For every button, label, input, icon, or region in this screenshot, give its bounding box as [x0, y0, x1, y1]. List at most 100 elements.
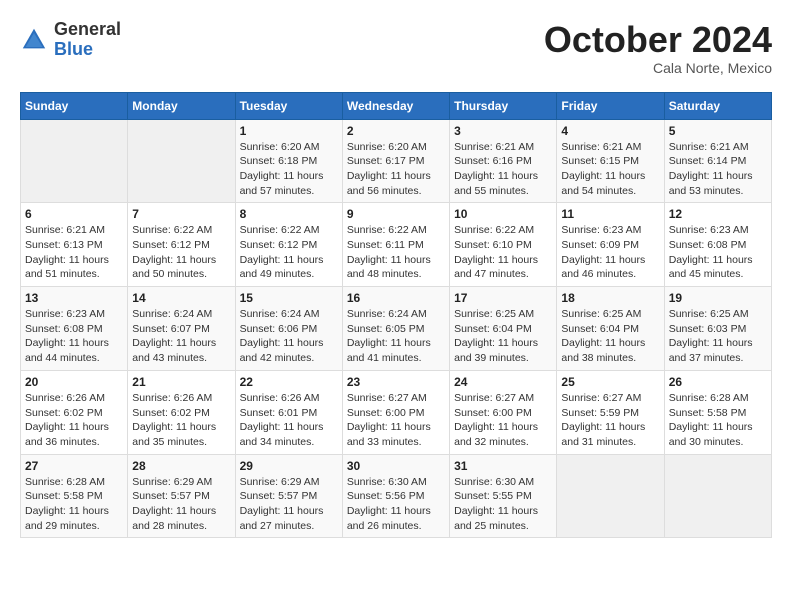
calendar-week-row: 27Sunrise: 6:28 AMSunset: 5:58 PMDayligh…: [21, 454, 772, 538]
day-of-week-monday: Monday: [128, 92, 235, 119]
calendar-table: SundayMondayTuesdayWednesdayThursdayFrid…: [20, 92, 772, 539]
calendar-cell: 5Sunrise: 6:21 AMSunset: 6:14 PMDaylight…: [664, 119, 771, 203]
logo: General Blue: [20, 20, 121, 60]
day-number: 12: [669, 207, 767, 221]
calendar-cell: 26Sunrise: 6:28 AMSunset: 5:58 PMDayligh…: [664, 370, 771, 454]
day-number: 11: [561, 207, 659, 221]
calendar-cell: 10 Sunrise: 6:22 AMSunset: 6:10 PMDayligh…: [450, 203, 557, 287]
calendar-cell: 4Sunrise: 6:21 AMSunset: 6:15 PMDaylight…: [557, 119, 664, 203]
day-number: 2: [347, 124, 445, 138]
day-info: Sunrise: 6:28 AMSunset: 5:58 PMDaylight:…: [669, 391, 767, 450]
calendar-cell: 17 Sunrise: 6:25 AMSunset: 6:04 PMDayligh…: [450, 287, 557, 371]
calendar-cell: 15 Sunrise: 6:24 AMSunset: 6:06 PMDayligh…: [235, 287, 342, 371]
calendar-cell: 11 Sunrise: 6:23 AMSunset: 6:09 PMDayligh…: [557, 203, 664, 287]
day-number: 29: [240, 459, 338, 473]
day-number: 18: [561, 291, 659, 305]
day-info: Sunrise: 6:30 AMSunset: 5:56 PMDaylight:…: [347, 475, 445, 534]
location-subtitle: Cala Norte, Mexico: [544, 60, 772, 76]
calendar-cell: [21, 119, 128, 203]
day-info: Sunrise: 6:28 AMSunset: 5:58 PMDaylight:…: [25, 475, 123, 534]
day-of-week-saturday: Saturday: [664, 92, 771, 119]
day-info: Sunrise: 6:21 AMSunset: 6:14 PMDaylight:…: [669, 140, 767, 199]
calendar-cell: 13Sunrise: 6:23 AMSunset: 6:08 PMDayligh…: [21, 287, 128, 371]
day-info: Sunrise: 6:20 AMSunset: 6:17 PMDaylight:…: [347, 140, 445, 199]
day-number: 3: [454, 124, 552, 138]
calendar-cell: 21 Sunrise: 6:26 AMSunset: 6:02 PMDayligh…: [128, 370, 235, 454]
day-number: 30: [347, 459, 445, 473]
day-info: Sunrise: 6:25 AMSunset: 6:04 PMDaylight:…: [454, 307, 552, 366]
logo-icon: [20, 26, 48, 54]
day-number: 19: [669, 291, 767, 305]
calendar-cell: 2 Sunrise: 6:20 AMSunset: 6:17 PMDaylight…: [342, 119, 449, 203]
calendar-cell: 22Sunrise: 6:26 AMSunset: 6:01 PMDayligh…: [235, 370, 342, 454]
day-info: Sunrise: 6:20 AMSunset: 6:18 PMDaylight:…: [240, 140, 338, 199]
calendar-cell: 24 Sunrise: 6:27 AMSunset: 6:00 PMDayligh…: [450, 370, 557, 454]
day-number: 17: [454, 291, 552, 305]
day-number: 28: [132, 459, 230, 473]
calendar-header-row: SundayMondayTuesdayWednesdayThursdayFrid…: [21, 92, 772, 119]
day-info: Sunrise: 6:22 AMSunset: 6:10 PMDaylight:…: [454, 223, 552, 282]
calendar-cell: 29 Sunrise: 6:29 AMSunset: 5:57 PMDayligh…: [235, 454, 342, 538]
day-info: Sunrise: 6:29 AMSunset: 5:57 PMDaylight:…: [240, 475, 338, 534]
day-of-week-wednesday: Wednesday: [342, 92, 449, 119]
day-number: 14: [132, 291, 230, 305]
day-info: Sunrise: 6:21 AMSunset: 6:16 PMDaylight:…: [454, 140, 552, 199]
calendar-cell: [557, 454, 664, 538]
calendar-cell: 30 Sunrise: 6:30 AMSunset: 5:56 PMDayligh…: [342, 454, 449, 538]
day-info: Sunrise: 6:23 AMSunset: 6:09 PMDaylight:…: [561, 223, 659, 282]
day-info: Sunrise: 6:27 AMSunset: 5:59 PMDaylight:…: [561, 391, 659, 450]
day-number: 23: [347, 375, 445, 389]
day-info: Sunrise: 6:25 AMSunset: 6:03 PMDaylight:…: [669, 307, 767, 366]
calendar-cell: [128, 119, 235, 203]
day-number: 24: [454, 375, 552, 389]
page-header: General Blue October 2024 Cala Norte, Me…: [20, 20, 772, 76]
day-info: Sunrise: 6:24 AMSunset: 6:06 PMDaylight:…: [240, 307, 338, 366]
day-info: Sunrise: 6:30 AMSunset: 5:55 PMDaylight:…: [454, 475, 552, 534]
day-info: Sunrise: 6:27 AMSunset: 6:00 PMDaylight:…: [454, 391, 552, 450]
day-info: Sunrise: 6:26 AMSunset: 6:01 PMDaylight:…: [240, 391, 338, 450]
day-number: 1: [240, 124, 338, 138]
day-number: 21: [132, 375, 230, 389]
calendar-cell: 23 Sunrise: 6:27 AMSunset: 6:00 PMDayligh…: [342, 370, 449, 454]
logo-text: General Blue: [54, 20, 121, 60]
day-number: 31: [454, 459, 552, 473]
day-info: Sunrise: 6:22 AMSunset: 6:11 PMDaylight:…: [347, 223, 445, 282]
day-number: 6: [25, 207, 123, 221]
title-block: October 2024 Cala Norte, Mexico: [544, 20, 772, 76]
day-number: 9: [347, 207, 445, 221]
day-info: Sunrise: 6:21 AMSunset: 6:13 PMDaylight:…: [25, 223, 123, 282]
day-number: 25: [561, 375, 659, 389]
calendar-cell: 9 Sunrise: 6:22 AMSunset: 6:11 PMDaylight…: [342, 203, 449, 287]
day-info: Sunrise: 6:22 AMSunset: 6:12 PMDaylight:…: [132, 223, 230, 282]
day-info: Sunrise: 6:26 AMSunset: 6:02 PMDaylight:…: [25, 391, 123, 450]
logo-blue: Blue: [54, 39, 93, 59]
calendar-cell: 8 Sunrise: 6:22 AMSunset: 6:12 PMDaylight…: [235, 203, 342, 287]
calendar-week-row: 6 Sunrise: 6:21 AMSunset: 6:13 PMDaylight…: [21, 203, 772, 287]
day-info: Sunrise: 6:29 AMSunset: 5:57 PMDaylight:…: [132, 475, 230, 534]
day-of-week-sunday: Sunday: [21, 92, 128, 119]
day-of-week-thursday: Thursday: [450, 92, 557, 119]
calendar-cell: 7 Sunrise: 6:22 AMSunset: 6:12 PMDaylight…: [128, 203, 235, 287]
day-of-week-friday: Friday: [557, 92, 664, 119]
calendar-week-row: 13Sunrise: 6:23 AMSunset: 6:08 PMDayligh…: [21, 287, 772, 371]
day-number: 20: [25, 375, 123, 389]
day-number: 10: [454, 207, 552, 221]
calendar-cell: 18 Sunrise: 6:25 AMSunset: 6:04 PMDayligh…: [557, 287, 664, 371]
day-number: 13: [25, 291, 123, 305]
calendar-cell: 31 Sunrise: 6:30 AMSunset: 5:55 PMDayligh…: [450, 454, 557, 538]
calendar-cell: 19 Sunrise: 6:25 AMSunset: 6:03 PMDayligh…: [664, 287, 771, 371]
day-info: Sunrise: 6:24 AMSunset: 6:05 PMDaylight:…: [347, 307, 445, 366]
day-number: 15: [240, 291, 338, 305]
day-number: 8: [240, 207, 338, 221]
calendar-cell: 12Sunrise: 6:23 AMSunset: 6:08 PMDayligh…: [664, 203, 771, 287]
day-info: Sunrise: 6:26 AMSunset: 6:02 PMDaylight:…: [132, 391, 230, 450]
day-info: Sunrise: 6:25 AMSunset: 6:04 PMDaylight:…: [561, 307, 659, 366]
day-of-week-tuesday: Tuesday: [235, 92, 342, 119]
day-info: Sunrise: 6:24 AMSunset: 6:07 PMDaylight:…: [132, 307, 230, 366]
day-number: 7: [132, 207, 230, 221]
day-info: Sunrise: 6:27 AMSunset: 6:00 PMDaylight:…: [347, 391, 445, 450]
calendar-cell: 14 Sunrise: 6:24 AMSunset: 6:07 PMDayligh…: [128, 287, 235, 371]
calendar-cell: 1 Sunrise: 6:20 AMSunset: 6:18 PMDaylight…: [235, 119, 342, 203]
day-info: Sunrise: 6:21 AMSunset: 6:15 PMDaylight:…: [561, 140, 659, 199]
day-info: Sunrise: 6:22 AMSunset: 6:12 PMDaylight:…: [240, 223, 338, 282]
